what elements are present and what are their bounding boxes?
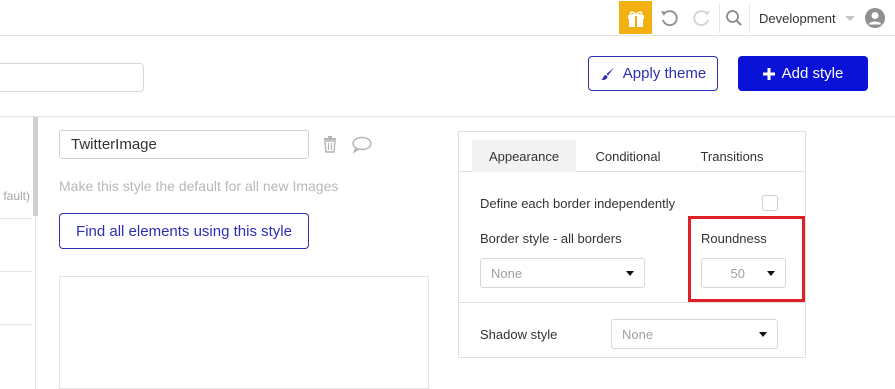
environment-select[interactable]: Development [752,4,856,32]
gift-icon[interactable] [619,1,652,34]
paintbrush-icon [601,67,614,80]
chevron-down-icon [844,15,855,21]
tab-transitions[interactable]: Transitions [688,140,776,172]
list-divider [0,271,32,272]
tab-label: Conditional [595,148,661,164]
roundness-highlight-box [688,216,805,302]
list-scrollbar[interactable] [33,117,38,216]
define-borders-label: Define each border independently [480,196,676,211]
add-style-button[interactable]: Add style [738,56,868,91]
border-style-label: Border style - all borders [480,231,622,246]
style-name-input[interactable]: TwitterImage [59,130,309,159]
comment-icon[interactable] [351,136,373,154]
define-borders-checkbox[interactable] [762,195,778,211]
style-search-input[interactable] [0,63,144,92]
border-style-value: None [491,265,523,281]
toolbar-separator [749,3,750,33]
style-list [0,117,36,389]
find-elements-label: Find all elements using this style [76,222,292,240]
shadow-style-dropdown[interactable]: None [611,319,778,349]
user-account-icon[interactable] [862,5,888,31]
environment-label: Development [759,10,836,26]
shadow-style-value: None [622,326,654,342]
search-icon[interactable] [722,6,746,30]
tab-label: Transitions [700,148,764,164]
list-divider [0,218,32,219]
plus-icon [762,67,775,80]
chevron-down-icon [759,332,767,337]
chevron-down-icon [626,271,634,276]
toolbar-divider [0,116,895,117]
list-divider [0,324,32,325]
style-preview [59,276,429,389]
border-style-dropdown[interactable]: None [480,258,645,288]
apply-theme-label: Apply theme [622,65,707,82]
trash-icon[interactable] [322,136,340,154]
list-item-text: fault) [3,189,30,203]
toolbar-separator [719,3,720,33]
apply-theme-button[interactable]: Apply theme [588,56,718,91]
find-elements-button[interactable]: Find all elements using this style [59,213,309,249]
default-style-option[interactable]: Make this style the default for all new … [59,178,338,194]
tab-conditional[interactable]: Conditional [584,140,672,172]
undo-icon[interactable] [657,6,681,30]
add-style-label: Add style [781,65,844,82]
style-name-value: TwitterImage [71,136,157,153]
panel-divider [459,302,805,303]
tab-appearance[interactable]: Appearance [472,140,576,172]
shadow-style-label: Shadow style [480,327,558,342]
redo-icon[interactable] [690,6,714,30]
tab-label: Appearance [488,148,560,164]
